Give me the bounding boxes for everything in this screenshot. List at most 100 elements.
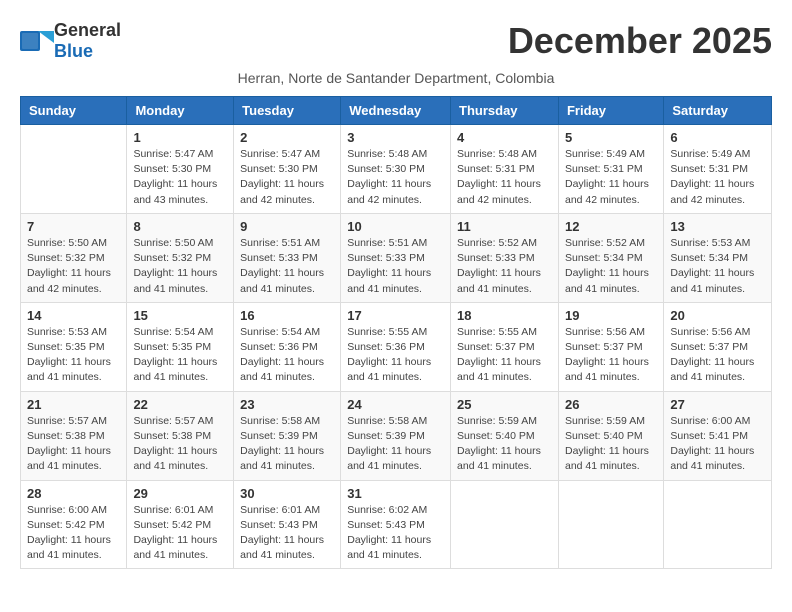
- calendar-cell: 19 Sunrise: 5:56 AM Sunset: 5:37 PM Dayli…: [558, 302, 663, 391]
- day-info: Sunrise: 5:48 AM Sunset: 5:31 PM Dayligh…: [457, 147, 552, 208]
- day-number: 3: [347, 130, 444, 145]
- day-info: Sunrise: 6:00 AM Sunset: 5:42 PM Dayligh…: [27, 503, 120, 564]
- day-number: 10: [347, 219, 444, 234]
- day-header-friday: Friday: [558, 97, 663, 125]
- calendar-cell: 29 Sunrise: 6:01 AM Sunset: 5:42 PM Dayli…: [127, 480, 234, 569]
- day-info: Sunrise: 6:01 AM Sunset: 5:42 PM Dayligh…: [133, 503, 227, 564]
- calendar-cell: 2 Sunrise: 5:47 AM Sunset: 5:30 PM Daylig…: [234, 125, 341, 214]
- calendar-cell: 14 Sunrise: 5:53 AM Sunset: 5:35 PM Dayli…: [21, 302, 127, 391]
- calendar-week-row: 7Sunrise: 5:50 AM Sunset: 5:32 PM Daylig…: [21, 213, 772, 302]
- day-info: Sunrise: 5:58 AM Sunset: 5:39 PM Dayligh…: [347, 414, 444, 475]
- logo-blue-text: Blue: [54, 41, 93, 61]
- day-info: Sunrise: 5:54 AM Sunset: 5:36 PM Dayligh…: [240, 325, 334, 386]
- day-number: 12: [565, 219, 657, 234]
- day-number: 29: [133, 486, 227, 501]
- calendar-cell: 13 Sunrise: 5:53 AM Sunset: 5:34 PM Dayli…: [664, 213, 772, 302]
- day-number: 28: [27, 486, 120, 501]
- day-info: Sunrise: 5:57 AM Sunset: 5:38 PM Dayligh…: [133, 414, 227, 475]
- calendar-week-row: 1 Sunrise: 5:47 AM Sunset: 5:30 PM Daylig…: [21, 125, 772, 214]
- day-info: Sunrise: 6:01 AM Sunset: 5:43 PM Dayligh…: [240, 503, 334, 564]
- day-number: 14: [27, 308, 120, 323]
- calendar-cell: 18 Sunrise: 5:55 AM Sunset: 5:37 PM Dayli…: [451, 302, 559, 391]
- day-number: 30: [240, 486, 334, 501]
- day-info: Sunrise: 5:50 AM Sunset: 5:32 PM Dayligh…: [133, 236, 227, 297]
- calendar-cell: 28 Sunrise: 6:00 AM Sunset: 5:42 PM Dayli…: [21, 480, 127, 569]
- day-number: 16: [240, 308, 334, 323]
- day-info: Sunrise: 5:48 AM Sunset: 5:30 PM Dayligh…: [347, 147, 444, 208]
- month-title: December 2025: [508, 20, 772, 62]
- calendar-cell: 5 Sunrise: 5:49 AM Sunset: 5:31 PM Daylig…: [558, 125, 663, 214]
- day-info: Sunrise: 5:59 AM Sunset: 5:40 PM Dayligh…: [565, 414, 657, 475]
- calendar-cell: 7Sunrise: 5:50 AM Sunset: 5:32 PM Daylig…: [21, 213, 127, 302]
- day-info: Sunrise: 5:52 AM Sunset: 5:33 PM Dayligh…: [457, 236, 552, 297]
- day-number: 31: [347, 486, 444, 501]
- calendar-cell: 26 Sunrise: 5:59 AM Sunset: 5:40 PM Dayli…: [558, 391, 663, 480]
- day-info: Sunrise: 5:51 AM Sunset: 5:33 PM Dayligh…: [347, 236, 444, 297]
- calendar-cell: 11 Sunrise: 5:52 AM Sunset: 5:33 PM Dayli…: [451, 213, 559, 302]
- calendar-cell: 12 Sunrise: 5:52 AM Sunset: 5:34 PM Dayli…: [558, 213, 663, 302]
- day-info: Sunrise: 5:47 AM Sunset: 5:30 PM Dayligh…: [240, 147, 334, 208]
- calendar-cell: [664, 480, 772, 569]
- day-number: 26: [565, 397, 657, 412]
- calendar-cell: 6Sunrise: 5:49 AM Sunset: 5:31 PM Daylig…: [664, 125, 772, 214]
- day-info: Sunrise: 5:50 AM Sunset: 5:32 PM Dayligh…: [27, 236, 120, 297]
- calendar: SundayMondayTuesdayWednesdayThursdayFrid…: [20, 96, 772, 569]
- calendar-cell: 8 Sunrise: 5:50 AM Sunset: 5:32 PM Daylig…: [127, 213, 234, 302]
- calendar-cell: 17 Sunrise: 5:55 AM Sunset: 5:36 PM Dayli…: [341, 302, 451, 391]
- day-header-monday: Monday: [127, 97, 234, 125]
- day-info: Sunrise: 5:55 AM Sunset: 5:36 PM Dayligh…: [347, 325, 444, 386]
- day-number: 6: [670, 130, 765, 145]
- calendar-cell: 24Sunrise: 5:58 AM Sunset: 5:39 PM Dayli…: [341, 391, 451, 480]
- day-info: Sunrise: 5:57 AM Sunset: 5:38 PM Dayligh…: [27, 414, 120, 475]
- day-info: Sunrise: 5:59 AM Sunset: 5:40 PM Dayligh…: [457, 414, 552, 475]
- day-number: 11: [457, 219, 552, 234]
- day-number: 20: [670, 308, 765, 323]
- logo-general-text: General: [54, 20, 121, 40]
- day-number: 2: [240, 130, 334, 145]
- calendar-week-row: 21 Sunrise: 5:57 AM Sunset: 5:38 PM Dayli…: [21, 391, 772, 480]
- day-number: 13: [670, 219, 765, 234]
- calendar-cell: 27Sunrise: 6:00 AM Sunset: 5:41 PM Dayli…: [664, 391, 772, 480]
- calendar-week-row: 28 Sunrise: 6:00 AM Sunset: 5:42 PM Dayli…: [21, 480, 772, 569]
- day-info: Sunrise: 5:51 AM Sunset: 5:33 PM Dayligh…: [240, 236, 334, 297]
- day-header-wednesday: Wednesday: [341, 97, 451, 125]
- calendar-cell: 31Sunrise: 6:02 AM Sunset: 5:43 PM Dayli…: [341, 480, 451, 569]
- calendar-header-row: SundayMondayTuesdayWednesdayThursdayFrid…: [21, 97, 772, 125]
- day-number: 1: [133, 130, 227, 145]
- day-number: 23: [240, 397, 334, 412]
- day-number: 9: [240, 219, 334, 234]
- day-number: 5: [565, 130, 657, 145]
- day-number: 4: [457, 130, 552, 145]
- day-info: Sunrise: 5:54 AM Sunset: 5:35 PM Dayligh…: [133, 325, 227, 386]
- day-number: 18: [457, 308, 552, 323]
- header: General Blue December 2025: [20, 20, 772, 62]
- calendar-cell: [451, 480, 559, 569]
- calendar-cell: 9 Sunrise: 5:51 AM Sunset: 5:33 PM Daylig…: [234, 213, 341, 302]
- day-info: Sunrise: 5:53 AM Sunset: 5:35 PM Dayligh…: [27, 325, 120, 386]
- day-info: Sunrise: 5:56 AM Sunset: 5:37 PM Dayligh…: [565, 325, 657, 386]
- calendar-cell: 21 Sunrise: 5:57 AM Sunset: 5:38 PM Dayli…: [21, 391, 127, 480]
- logo-icon: [20, 27, 54, 55]
- day-number: 22: [133, 397, 227, 412]
- calendar-cell: 23Sunrise: 5:58 AM Sunset: 5:39 PM Dayli…: [234, 391, 341, 480]
- logo: General Blue: [20, 20, 121, 62]
- calendar-cell: 22 Sunrise: 5:57 AM Sunset: 5:38 PM Dayli…: [127, 391, 234, 480]
- calendar-cell: 30 Sunrise: 6:01 AM Sunset: 5:43 PM Dayli…: [234, 480, 341, 569]
- day-info: Sunrise: 5:55 AM Sunset: 5:37 PM Dayligh…: [457, 325, 552, 386]
- day-info: Sunrise: 5:49 AM Sunset: 5:31 PM Dayligh…: [565, 147, 657, 208]
- day-header-saturday: Saturday: [664, 97, 772, 125]
- calendar-cell: 25Sunrise: 5:59 AM Sunset: 5:40 PM Dayli…: [451, 391, 559, 480]
- day-header-thursday: Thursday: [451, 97, 559, 125]
- day-header-sunday: Sunday: [21, 97, 127, 125]
- day-header-tuesday: Tuesday: [234, 97, 341, 125]
- day-number: 19: [565, 308, 657, 323]
- day-info: Sunrise: 5:47 AM Sunset: 5:30 PM Dayligh…: [133, 147, 227, 208]
- day-number: 8: [133, 219, 227, 234]
- day-number: 21: [27, 397, 120, 412]
- day-number: 27: [670, 397, 765, 412]
- subtitle: Herran, Norte de Santander Department, C…: [20, 70, 772, 86]
- day-info: Sunrise: 5:52 AM Sunset: 5:34 PM Dayligh…: [565, 236, 657, 297]
- calendar-cell: 16 Sunrise: 5:54 AM Sunset: 5:36 PM Dayli…: [234, 302, 341, 391]
- day-number: 17: [347, 308, 444, 323]
- day-info: Sunrise: 5:53 AM Sunset: 5:34 PM Dayligh…: [670, 236, 765, 297]
